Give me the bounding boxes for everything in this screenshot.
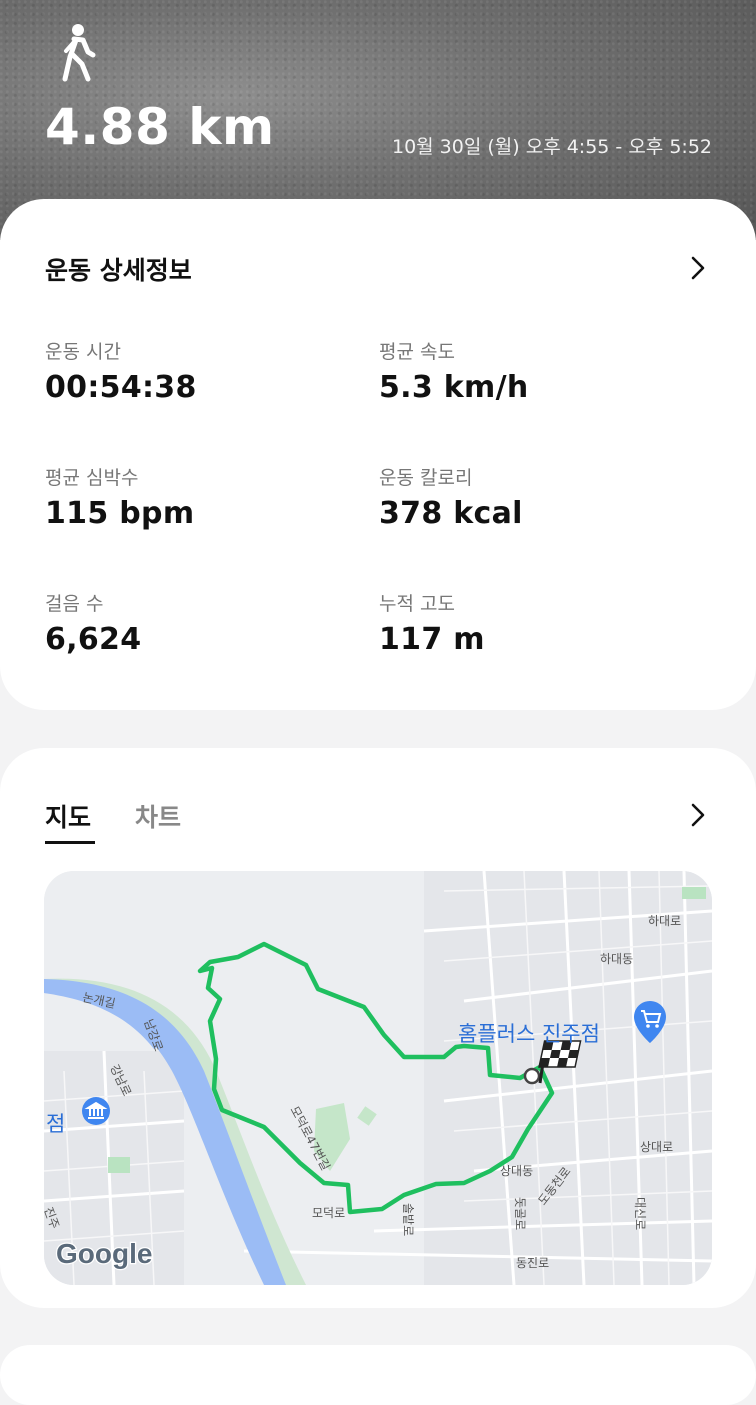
bank-pin-icon bbox=[82, 1097, 110, 1125]
stat-elevation-gain: 누적 고도 117 m bbox=[379, 589, 699, 657]
walk-icon bbox=[62, 24, 96, 82]
workout-datetime: 10월 30일 (월) 오후 4:55 - 오후 5:52 bbox=[391, 136, 712, 158]
map-label: 하대로 bbox=[648, 914, 681, 928]
stat-label: 운동 시간 bbox=[45, 341, 121, 363]
stat-value: 00:54:38 bbox=[45, 370, 197, 405]
map-label: 돗골로 bbox=[513, 1197, 527, 1230]
map-label: 상대로 bbox=[640, 1140, 673, 1154]
map-canvas[interactable]: 홈플러스 진주점 논개길 남강로 강남로 점 모덕로47번길 모덕로 솔밭로 돗… bbox=[44, 871, 712, 1285]
stat-steps: 걸음 수 6,624 bbox=[45, 589, 365, 657]
details-title: 운동 상세정보 bbox=[45, 256, 192, 285]
start-marker-icon bbox=[523, 1067, 541, 1085]
next-card bbox=[0, 1345, 756, 1405]
workout-details-card[interactable]: 운동 상세정보 운동 시간 00:54:38 평균 속도 5.3 km/h 평균… bbox=[0, 199, 756, 710]
map-label: 대신로 bbox=[633, 1197, 647, 1230]
stat-duration: 운동 시간 00:54:38 bbox=[45, 337, 365, 405]
stat-value: 115 bpm bbox=[45, 496, 195, 531]
stat-label: 평균 속도 bbox=[379, 341, 455, 363]
stat-value: 6,624 bbox=[45, 622, 142, 657]
chevron-right-icon[interactable] bbox=[690, 802, 706, 828]
stat-label: 걸음 수 bbox=[45, 593, 104, 615]
route-map[interactable]: 홈플러스 진주점 논개길 남강로 강남로 점 모덕로47번길 모덕로 솔밭로 돗… bbox=[44, 871, 712, 1285]
stat-calories: 운동 칼로리 378 kcal bbox=[379, 463, 699, 531]
tab-chart[interactable]: 차트 bbox=[135, 798, 181, 834]
stat-label: 평균 심박수 bbox=[45, 467, 139, 489]
stat-avg-heart-rate: 평균 심박수 115 bpm bbox=[45, 463, 365, 531]
chevron-right-icon[interactable] bbox=[690, 255, 706, 281]
stat-value: 378 kcal bbox=[379, 496, 523, 531]
stat-label: 운동 칼로리 bbox=[379, 467, 473, 489]
map-place-label[interactable]: 홈플러스 진주점 bbox=[458, 1022, 600, 1046]
map-label: 동진로 bbox=[516, 1256, 549, 1270]
map-label: 하대동 bbox=[600, 952, 633, 966]
map-label: 솔밭로 bbox=[401, 1203, 415, 1236]
stat-value: 117 m bbox=[379, 622, 485, 657]
stat-value: 5.3 km/h bbox=[379, 370, 529, 405]
map-label: 상대동 bbox=[500, 1164, 533, 1178]
stat-label: 누적 고도 bbox=[379, 593, 455, 615]
map-label: 점 bbox=[46, 1112, 65, 1136]
tab-map[interactable]: 지도 bbox=[45, 798, 96, 844]
map-card: 지도 차트 홈플러스 진주점 논개길 남강로 강남로 점 모덕로47번길 모덕로… bbox=[0, 748, 756, 1308]
google-logo: Google bbox=[56, 1238, 152, 1269]
stat-avg-speed: 평균 속도 5.3 km/h bbox=[379, 337, 699, 405]
map-label: 모덕로 bbox=[312, 1206, 345, 1220]
total-distance: 4.88 km bbox=[45, 98, 275, 156]
